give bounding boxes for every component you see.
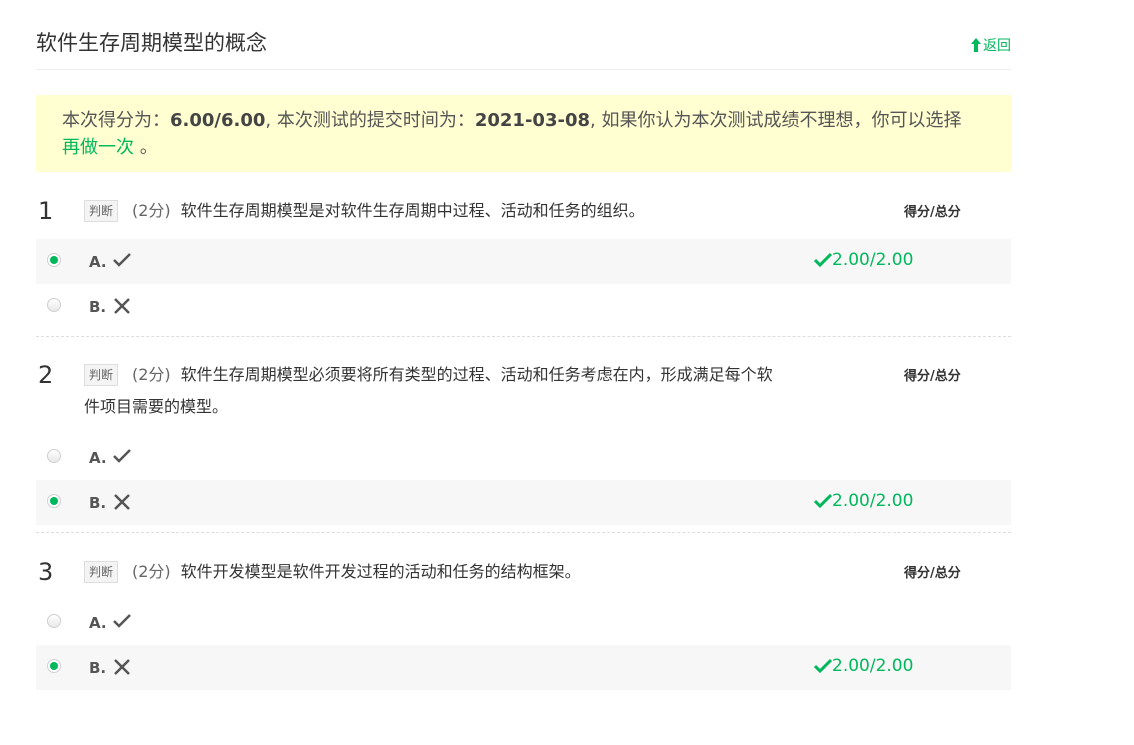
check-icon: [113, 614, 131, 628]
option-row[interactable]: B. 2.00/2.00: [36, 645, 1011, 690]
page-title: 软件生存周期模型的概念: [36, 31, 267, 55]
submit-date: 2021-03-08: [474, 110, 590, 131]
check-icon: [113, 449, 131, 463]
up-arrow-icon: [971, 38, 981, 52]
option-score-value: 2.00/2.00: [832, 491, 914, 511]
notice-prefix: 本次得分为：: [62, 110, 170, 131]
question-number: 3: [38, 558, 54, 586]
option-label: B.: [89, 659, 107, 677]
option-label: B.: [89, 298, 107, 316]
option-label: A.: [89, 253, 107, 271]
option-label: A.: [89, 449, 107, 467]
question-text: 软件生存周期模型必须要将所有类型的过程、活动和任务考虑在内，形成满足每个软件项目…: [84, 365, 773, 416]
back-link[interactable]: 返回: [970, 35, 1011, 55]
radio-selected[interactable]: [47, 253, 61, 267]
radio-selected[interactable]: [47, 659, 61, 673]
question-type-tag: 判断: [84, 561, 119, 583]
question-stem: (2分) 软件生存周期模型是对软件生存周期中过程、活动和任务的组织。: [84, 195, 774, 227]
check-icon: [113, 253, 131, 267]
option-score-value: 2.00/2.00: [832, 656, 914, 676]
cross-icon: [114, 298, 130, 314]
question-points: (2分): [132, 365, 171, 384]
question-stem: (2分) 软件生存周期模型必须要将所有类型的过程、活动和任务考虑在内，形成满足每个…: [84, 359, 774, 423]
divider: [36, 532, 1011, 533]
score-header: 得分/总分: [904, 369, 961, 384]
option-label: B.: [89, 494, 107, 512]
option-score-value: 2.00/2.00: [832, 250, 914, 270]
option-score: 2.00/2.00: [814, 250, 913, 270]
score-notice: 本次得分为：6.00/6.00, 本次测试的提交时间为：2021-03-08, …: [36, 95, 1011, 172]
back-label: 返回: [983, 38, 1011, 54]
option-row[interactable]: A. 2.00/2.00: [36, 239, 1011, 284]
check-icon: [814, 658, 832, 674]
cross-icon: [114, 494, 130, 510]
cross-icon: [114, 659, 130, 675]
question-type-tag: 判断: [84, 200, 119, 222]
question-points: (2分): [132, 562, 171, 581]
radio-unselected[interactable]: [47, 449, 61, 463]
check-icon: [814, 252, 832, 268]
question-text: 软件开发模型是软件开发过程的活动和任务的结构框架。: [180, 562, 581, 581]
question-text: 软件生存周期模型是对软件生存周期中过程、活动和任务的组织。: [180, 201, 645, 220]
total-score: 6.00/6.00: [170, 110, 266, 131]
page-header: 软件生存周期模型的概念 返回: [36, 0, 1011, 70]
radio-selected[interactable]: [47, 494, 61, 508]
question-points: (2分): [132, 201, 171, 220]
check-icon: [814, 493, 832, 509]
option-row[interactable]: A.: [36, 600, 1011, 645]
question-number: 1: [38, 197, 54, 225]
quiz-result-page: 软件生存周期模型的概念 返回 本次得分为：6.00/6.00, 本次测试的提交时…: [36, 0, 1011, 690]
question-type-tag: 判断: [84, 364, 119, 386]
redo-link[interactable]: 再做一次: [62, 137, 134, 158]
option-score: 2.00/2.00: [814, 491, 913, 511]
question-stem: (2分) 软件开发模型是软件开发过程的活动和任务的结构框架。: [84, 556, 774, 588]
divider: [36, 336, 1011, 337]
radio-unselected[interactable]: [47, 298, 61, 312]
option-label: A.: [89, 614, 107, 632]
radio-unselected[interactable]: [47, 614, 61, 628]
score-header: 得分/总分: [904, 205, 961, 220]
notice-suffix: , 如果你认为本次测试成绩不理想，你可以选择: [590, 110, 962, 131]
notice-mid: , 本次测试的提交时间为：: [265, 110, 475, 131]
option-row[interactable]: A.: [36, 435, 1011, 480]
score-header: 得分/总分: [904, 566, 961, 581]
question-number: 2: [38, 361, 54, 389]
option-row[interactable]: B. 2.00/2.00: [36, 480, 1011, 525]
option-row[interactable]: B.: [36, 284, 1011, 329]
notice-end: 。: [134, 137, 158, 158]
option-score: 2.00/2.00: [814, 656, 913, 676]
